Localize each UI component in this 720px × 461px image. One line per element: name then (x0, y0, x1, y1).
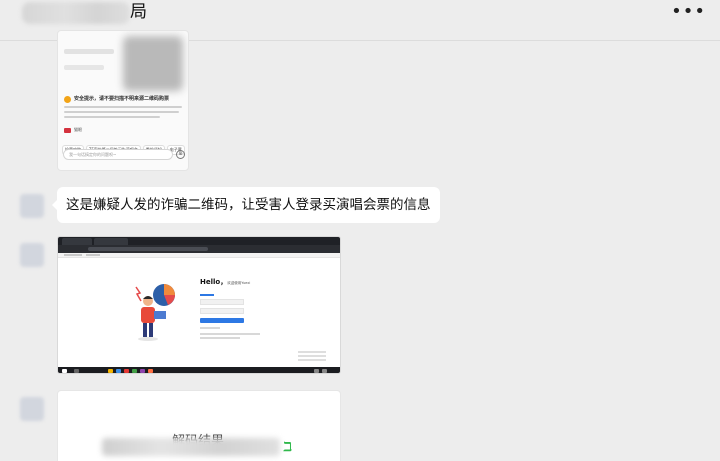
warning-title: 安全提示，请不要扫描不明来源二维码购票 (74, 96, 170, 102)
more-options-icon[interactable]: ••• (671, 3, 706, 21)
login-tab-link (200, 294, 214, 296)
os-taskbar (58, 367, 340, 373)
safety-warning: 安全提示，请不要扫描不明来源二维码购票 (64, 95, 184, 125)
corner-text-line (298, 351, 326, 353)
copy-icon[interactable]: ℶ (283, 441, 293, 455)
chat-input[interactable]: 我一句话搞定你的问题呗~ (63, 149, 173, 160)
taskbar-app-icon (108, 369, 113, 373)
browser-tab (94, 238, 128, 245)
fine-print-line (200, 337, 240, 339)
taskbar-app-icon (132, 369, 137, 373)
login-illustration (135, 284, 175, 341)
system-tray-icon (314, 369, 319, 373)
message-bubble[interactable]: 这是嫌疑人发的诈骗二维码，让受害人登录买演唱会票的信息 (52, 187, 440, 223)
bookmark (86, 254, 100, 256)
brand-name: 猫眼 (74, 127, 82, 132)
hello-subtitle: 欢迎使用Yuexi (227, 281, 251, 285)
bookmark (64, 254, 82, 256)
quick-reply-chips: 抢票攻略TF家族第三届练习生演唱会看前须知电子票 (62, 136, 188, 155)
taskbar-app-icon (116, 369, 121, 373)
password-field (200, 308, 244, 314)
system-tray-icon (322, 369, 327, 373)
username-field (200, 299, 244, 305)
taskbar-app-icon (140, 369, 145, 373)
blurred-qr-code (123, 36, 183, 91)
warning-text-line (64, 106, 182, 108)
browser-tab (62, 238, 92, 245)
hello-text: Hello， (200, 278, 228, 286)
image-placeholder-line (64, 49, 114, 54)
bookmarks-bar (58, 253, 340, 258)
blurred-chat-title (22, 2, 130, 24)
image-placeholder-line (64, 65, 104, 70)
url-field (88, 247, 208, 251)
desktop-screenshot-image[interactable]: Hello，欢迎使用Yuexi (57, 236, 341, 374)
taskbar-app-icon (148, 369, 153, 373)
taskbar-app-icon (124, 369, 129, 373)
fine-print-line (200, 327, 220, 329)
chat-title-suffix: 局 (130, 2, 147, 22)
login-button (200, 318, 244, 323)
taskbar-app-icon (74, 369, 79, 373)
corner-text-line (298, 355, 326, 357)
corner-text-line (298, 359, 326, 361)
warning-icon (64, 96, 71, 103)
sender-avatar[interactable] (20, 243, 44, 267)
add-icon[interactable]: ⊕ (176, 150, 185, 159)
blurred-decoded-url (102, 438, 280, 456)
warning-text-line (64, 116, 160, 118)
cat-eye-logo-icon (64, 128, 71, 133)
sender-avatar[interactable] (20, 397, 44, 421)
sender-avatar[interactable] (20, 194, 44, 218)
phone-screenshot-image[interactable]: 安全提示，请不要扫描不明来源二维码购票 猫眼 抢票攻略TF家族第三届练习生演唱会… (57, 30, 189, 171)
hello-heading: Hello，欢迎使用Yuexi (200, 277, 250, 287)
fine-print-line (200, 333, 260, 335)
start-icon (62, 369, 67, 373)
warning-text-line (64, 111, 179, 113)
